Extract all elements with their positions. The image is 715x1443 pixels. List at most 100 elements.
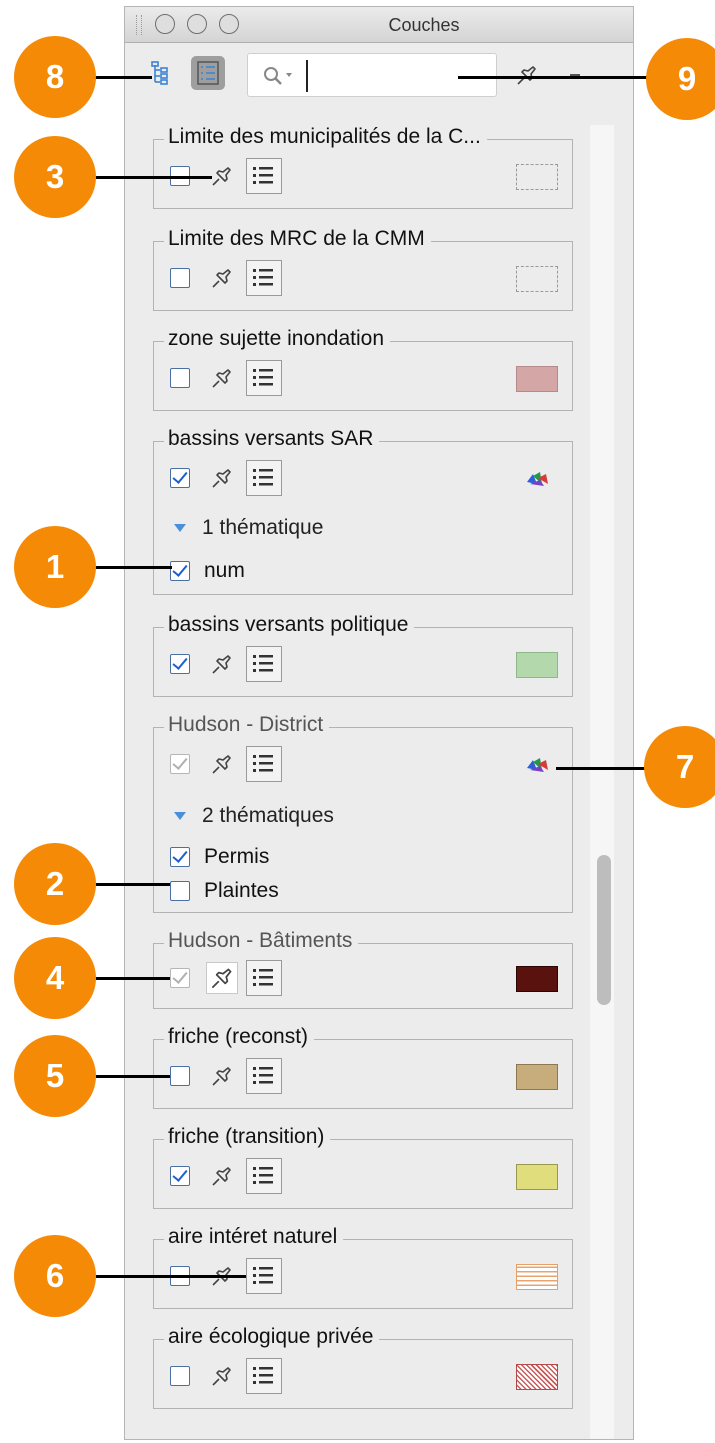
thematic-style-icon[interactable] [524,754,552,776]
pin-icon[interactable] [208,750,236,778]
callout-9-line [458,76,658,79]
layer-list[interactable]: Limite des municipalités de la C... Limi… [125,107,633,1439]
legend-button[interactable] [246,158,282,194]
pin-icon[interactable] [208,1062,236,1090]
callout-1-line [96,566,172,569]
layer-item: bassins versants SAR 1 thématique num [153,424,573,595]
pin-icon[interactable] [208,1162,236,1190]
legend-button[interactable] [246,360,282,396]
legend-button[interactable] [246,960,282,996]
visibility-checkbox[interactable] [170,968,190,988]
layer-item: aire écologique privée [153,1322,573,1409]
layer-title: zone sujette inondation [164,324,390,354]
pin-icon[interactable] [513,61,541,89]
layer-title: Limite des municipalités de la C... [164,122,487,152]
layer-title: aire intéret naturel [164,1222,344,1252]
pin-icon[interactable] [208,364,236,392]
layer-title: Limite des MRC de la CMM [164,224,431,254]
layer-title: aire écologique privée [164,1322,380,1352]
legend-button[interactable] [246,1258,282,1294]
legend-button[interactable] [246,460,282,496]
callout-6: 6 [14,1235,96,1317]
layer-title: friche (reconst) [164,1022,315,1052]
pin-icon[interactable] [208,1362,236,1390]
theme-label: Permis [204,845,270,868]
legend-button[interactable] [246,746,282,782]
thematic-count-label: 1 thématique [202,516,324,539]
theme-label: Plaintes [204,879,279,902]
visibility-checkbox[interactable] [170,368,190,388]
style-swatch[interactable] [516,164,558,190]
pin-icon[interactable] [208,162,236,190]
callout-7-line [556,767,652,770]
layer-item: Hudson - Bâtiments [153,926,573,1009]
visibility-checkbox[interactable] [170,1166,190,1186]
callout-4-line [96,977,170,980]
style-swatch[interactable] [516,1064,558,1090]
callout-4: 4 [14,937,96,1019]
layer-title: Hudson - District [164,710,330,740]
style-swatch[interactable] [516,1364,558,1390]
callout-2-line [96,883,170,886]
thematic-style-icon[interactable] [524,468,552,490]
layer-item: Limite des municipalités de la C... [153,122,573,209]
toolbar [125,43,633,107]
theme-checkbox[interactable] [170,881,190,901]
legend-list-icon [253,1067,273,1084]
callout-7: 7 [644,726,715,808]
legend-button[interactable] [246,1058,282,1094]
layer-title: friche (transition) [164,1122,331,1152]
theme-label: num [204,559,245,582]
scrollbar-thumb[interactable] [597,855,611,1005]
callout-8: 8 [14,36,96,118]
search-box[interactable] [247,53,497,97]
style-swatch[interactable] [516,966,558,992]
visibility-checkbox[interactable] [170,468,190,488]
callout-2: 2 [14,843,96,925]
style-swatch[interactable] [516,1264,558,1290]
list-view-icon [197,61,219,85]
theme-checkbox[interactable] [170,847,190,867]
visibility-checkbox[interactable] [170,754,190,774]
legend-list-icon [253,969,273,986]
style-swatch[interactable] [516,366,558,392]
layer-item: aire intéret naturel [153,1222,573,1309]
legend-list-icon [253,167,273,184]
legend-button[interactable] [246,646,282,682]
legend-list-icon [253,469,273,486]
legend-list-icon [253,1367,273,1384]
visibility-checkbox[interactable] [170,1066,190,1086]
title-bar: Couches [125,7,633,43]
pin-icon[interactable] [208,464,236,492]
legend-list-icon [253,1167,273,1184]
legend-list-icon [253,269,273,286]
thematic-toggle[interactable]: 1 thématique [174,516,323,540]
layer-item: friche (reconst) [153,1022,573,1109]
layers-window: Couches Limite des municipalités de la C… [124,6,634,1440]
legend-list-icon [253,655,273,672]
thematic-toggle[interactable]: 2 thématiques [174,804,334,828]
pin-icon[interactable] [206,962,238,994]
callout-8-line [90,76,152,79]
pin-icon[interactable] [208,650,236,678]
layer-title: bassins versants politique [164,610,415,640]
scrollbar-track[interactable] [590,125,614,1439]
legend-list-icon [253,369,273,386]
callout-1: 1 [14,526,96,608]
visibility-checkbox[interactable] [170,654,190,674]
style-swatch[interactable] [516,652,558,678]
style-swatch[interactable] [516,1164,558,1190]
tree-view-button[interactable] [145,56,179,90]
layer-item: zone sujette inondation [153,324,573,411]
callout-6-line [96,1275,246,1278]
pin-icon[interactable] [208,264,236,292]
legend-list-icon [253,1267,273,1284]
legend-button[interactable] [246,1158,282,1194]
legend-button[interactable] [246,1358,282,1394]
list-view-button[interactable] [191,56,225,90]
visibility-checkbox[interactable] [170,1366,190,1386]
style-swatch[interactable] [516,266,558,292]
theme-checkbox[interactable] [170,561,190,581]
visibility-checkbox[interactable] [170,268,190,288]
legend-button[interactable] [246,260,282,296]
